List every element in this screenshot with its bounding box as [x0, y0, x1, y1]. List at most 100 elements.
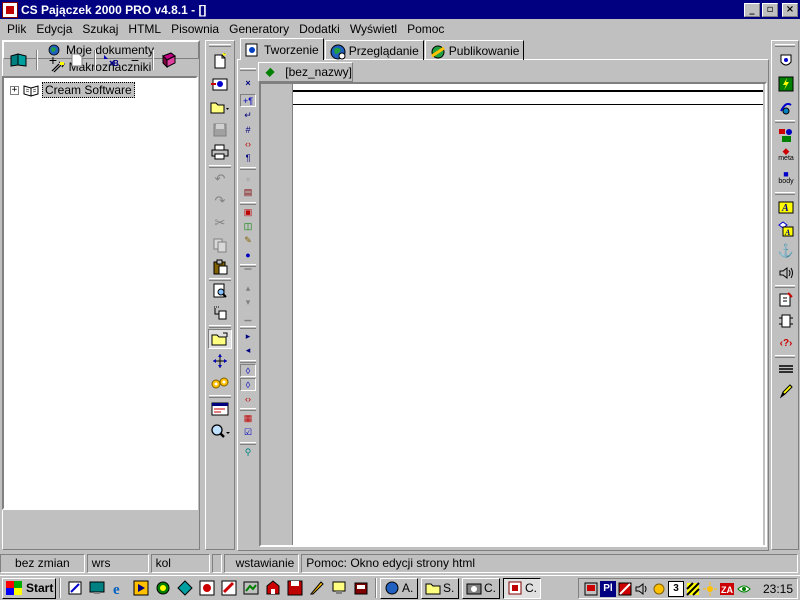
- align-bottom-icon[interactable]: ▁: [240, 310, 256, 323]
- close-button[interactable]: ×: [782, 2, 798, 17]
- pen-icon[interactable]: [774, 381, 798, 401]
- pencil-icon[interactable]: ✎: [240, 234, 256, 247]
- toolbar-grip[interactable]: [240, 68, 256, 71]
- radar-icon[interactable]: [774, 97, 798, 117]
- menu-pisownia[interactable]: Pisownia: [166, 20, 224, 38]
- quicklaunch-app5-icon[interactable]: [240, 577, 262, 599]
- tree-item-label[interactable]: Cream Software: [42, 82, 135, 98]
- menu-dodatki[interactable]: Dodatki: [294, 20, 345, 38]
- zoom-icon[interactable]: [208, 421, 232, 441]
- page-frame-icon[interactable]: [774, 311, 798, 331]
- new-page-icon[interactable]: [66, 49, 88, 71]
- red-book-icon[interactable]: [158, 49, 180, 71]
- paragraph-icon[interactable]: ¶: [240, 151, 256, 164]
- code-tag-icon[interactable]: ‹›: [240, 137, 256, 150]
- body-tag-button[interactable]: ■ body: [774, 168, 798, 188]
- insert-tag-icon[interactable]: +¶: [240, 94, 256, 107]
- tray-za-icon[interactable]: ZA: [719, 581, 735, 597]
- script-tag-icon[interactable]: ‹›: [240, 392, 256, 405]
- table-tag-icon[interactable]: ◫: [240, 220, 256, 233]
- quicklaunch-pen-icon[interactable]: [306, 577, 328, 599]
- quicklaunch-app4-icon[interactable]: [218, 577, 240, 599]
- image-tag-icon[interactable]: ▤: [240, 186, 256, 199]
- tab-przegladanie[interactable]: Przeglądanie: [324, 40, 424, 60]
- font-style-icon[interactable]: A: [774, 219, 798, 239]
- horizontal-rule-icon[interactable]: [774, 359, 798, 379]
- line-break-icon[interactable]: ↵: [240, 109, 256, 122]
- insert-object-icon[interactable]: [208, 74, 232, 94]
- trash-icon[interactable]: ▫: [240, 172, 256, 185]
- task-button-1[interactable]: A.: [380, 577, 418, 599]
- shield-settings-icon[interactable]: [774, 51, 798, 71]
- tray-sun-icon[interactable]: [702, 581, 718, 597]
- tray-clock[interactable]: 23:15: [763, 582, 793, 596]
- quicklaunch-app1-icon[interactable]: [152, 577, 174, 599]
- font-icon[interactable]: A: [774, 197, 798, 217]
- tray-eye-icon[interactable]: [736, 581, 752, 597]
- cut-icon[interactable]: ✂: [208, 213, 232, 233]
- window-list-icon[interactable]: [208, 399, 232, 419]
- quicklaunch-save-icon[interactable]: [284, 577, 306, 599]
- color-grid-icon[interactable]: ▦: [240, 412, 256, 425]
- task-button-4[interactable]: C.: [503, 577, 541, 599]
- arrow-left-icon[interactable]: ◂: [240, 344, 256, 357]
- tray-hazard-icon[interactable]: [685, 581, 701, 597]
- task-button-2[interactable]: S.: [421, 577, 459, 599]
- quicklaunch-app7-icon[interactable]: [350, 577, 372, 599]
- align-top-icon[interactable]: ▔: [240, 268, 256, 281]
- input-tag-icon[interactable]: ◊: [240, 378, 256, 391]
- title-bar[interactable]: CS Pajączek 2000 PRO v4.8.1 - [] _ ▫ ×: [0, 0, 800, 19]
- quicklaunch-monitor-icon[interactable]: [328, 577, 350, 599]
- expand-icon[interactable]: +: [10, 85, 19, 95]
- tray-calendar-indicator[interactable]: 3: [667, 580, 684, 597]
- print-icon[interactable]: [208, 142, 232, 162]
- tray-language-indicator[interactable]: Pl: [599, 580, 616, 597]
- tree-item[interactable]: + Cream Software: [10, 82, 135, 98]
- new-document-icon[interactable]: [208, 51, 232, 71]
- tray-volume-icon[interactable]: [634, 581, 650, 597]
- toolbar-grip[interactable]: [209, 44, 231, 47]
- help-tag-icon[interactable]: ‹?›: [774, 333, 798, 353]
- menu-plik[interactable]: Plik: [2, 20, 31, 38]
- redo-icon[interactable]: ↷: [208, 191, 232, 211]
- quicklaunch-media-icon[interactable]: [130, 577, 152, 599]
- save-icon[interactable]: [208, 120, 232, 140]
- tab-tworzenie[interactable]: Tworzenie: [240, 38, 324, 60]
- menu-edycja[interactable]: Edycja: [31, 20, 77, 38]
- quicklaunch-edit-icon[interactable]: [64, 577, 86, 599]
- menu-html[interactable]: HTML: [123, 20, 166, 38]
- tray-network-icon[interactable]: [583, 581, 599, 597]
- align-up-icon[interactable]: ▴: [240, 282, 256, 295]
- info-tag-icon[interactable]: ▣: [240, 206, 256, 219]
- tray-antivirus-icon[interactable]: [617, 581, 633, 597]
- anchor-icon[interactable]: ⚓: [774, 241, 798, 261]
- quicklaunch-ie-icon[interactable]: e: [108, 577, 130, 599]
- close-tag-icon[interactable]: ×: [240, 76, 256, 89]
- hash-icon[interactable]: #: [240, 123, 256, 136]
- quicklaunch-app6-icon[interactable]: [262, 577, 284, 599]
- maximize-button[interactable]: ▫: [762, 2, 778, 17]
- tab-publikowanie[interactable]: Publikowanie: [424, 40, 525, 60]
- meta-tag-button[interactable]: ◆ meta: [774, 145, 798, 165]
- minimize-button[interactable]: _: [744, 2, 760, 17]
- checkbox-icon[interactable]: ☑: [240, 426, 256, 439]
- quicklaunch-app2-icon[interactable]: [174, 577, 196, 599]
- arrow-right-icon[interactable]: ▸: [240, 330, 256, 343]
- edit-document-icon[interactable]: [774, 289, 798, 309]
- settings-gears-icon[interactable]: [208, 373, 232, 393]
- replace-icon[interactable]: [208, 303, 232, 323]
- paste-icon[interactable]: [208, 257, 232, 277]
- copy-icon[interactable]: [208, 235, 232, 255]
- shapes-icon[interactable]: [774, 125, 798, 145]
- app-icon[interactable]: [2, 1, 18, 18]
- document-tab[interactable]: [bez_nazwy]: [258, 62, 353, 82]
- menu-generatory[interactable]: Generatory: [224, 20, 294, 38]
- find-icon[interactable]: [208, 281, 232, 301]
- macro-tree[interactable]: + Cream Software: [2, 76, 198, 510]
- wand-icon[interactable]: ⚲: [240, 446, 256, 459]
- quicklaunch-desktop-icon[interactable]: [86, 577, 108, 599]
- menu-szukaj[interactable]: Szukaj: [77, 20, 123, 38]
- folder-toggle-icon[interactable]: [208, 329, 232, 349]
- open-folder-icon[interactable]: [208, 97, 232, 117]
- start-button[interactable]: Start: [2, 577, 56, 599]
